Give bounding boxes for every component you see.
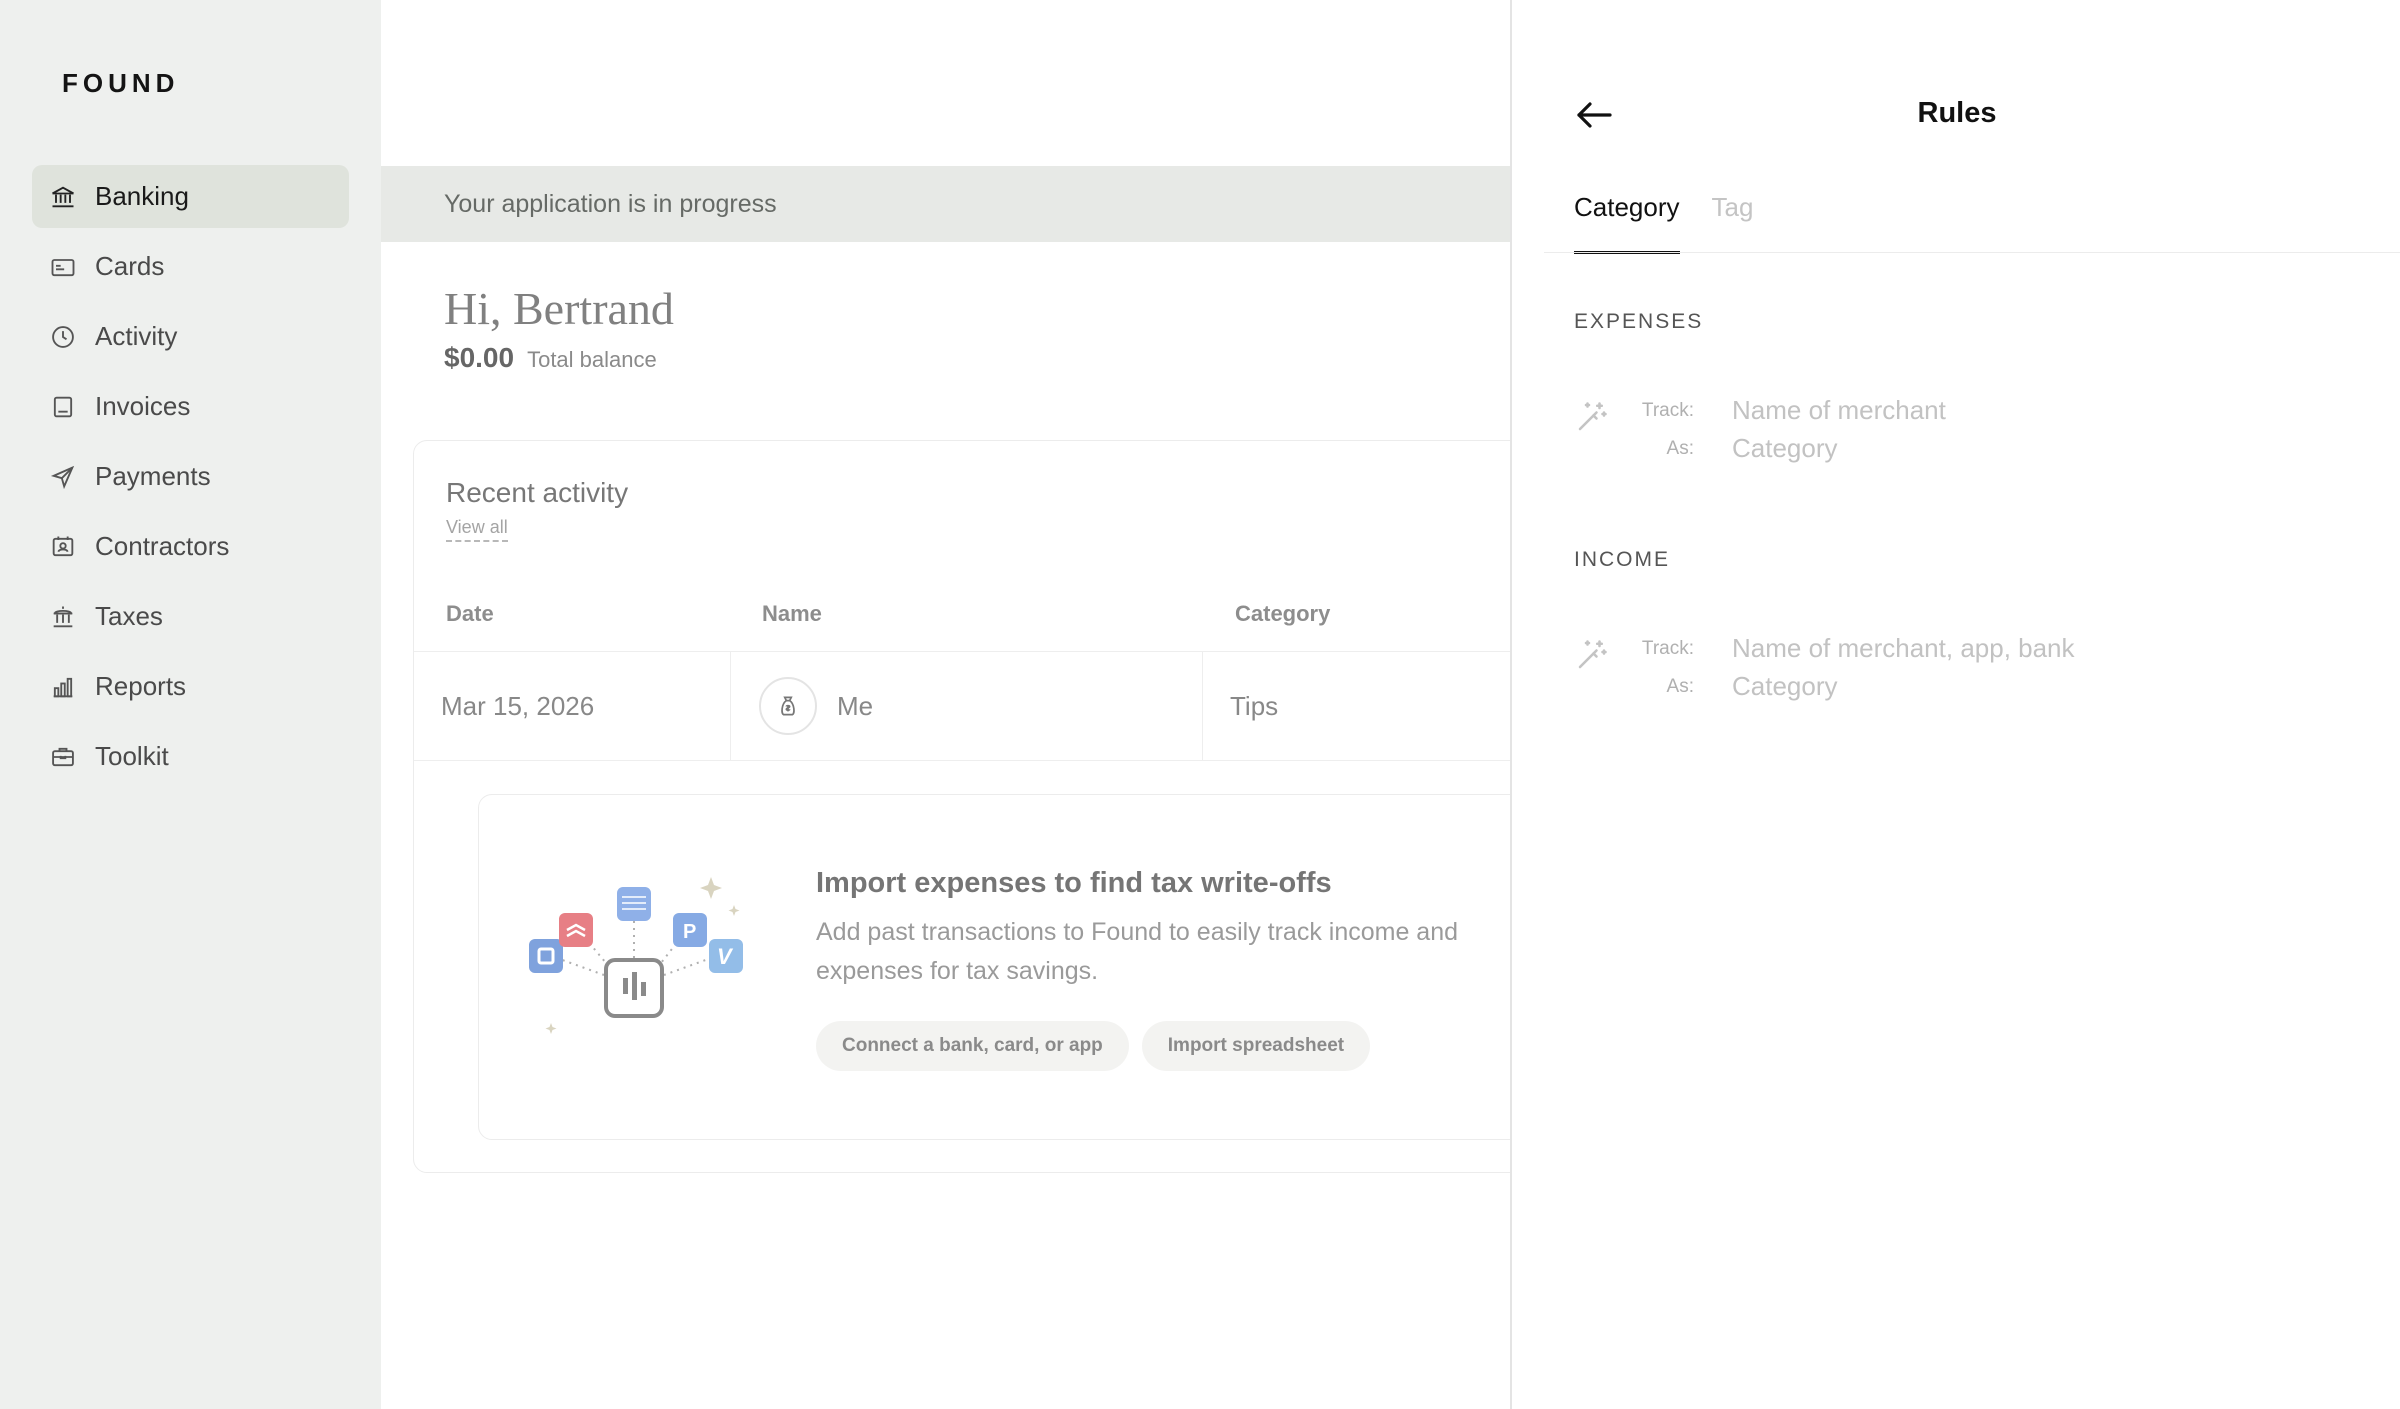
as-category-field[interactable]: Category (1732, 433, 1838, 464)
cell-divider (1202, 652, 1203, 760)
sidebar-nav: Banking Cards Activity Invoices Payments (32, 165, 349, 795)
briefcase-icon (48, 742, 78, 772)
money-bag-icon (781, 696, 795, 716)
svg-text:P: P (683, 921, 696, 943)
drawer-title: Rules (1917, 97, 1997, 129)
sidebar-item-reports[interactable]: Reports (32, 655, 349, 718)
main-content: Your application is in progress Hi, Bert… (381, 0, 1510, 1409)
greeting-heading: Hi, Bertrand (444, 283, 674, 334)
sidebar-item-label: Reports (95, 671, 187, 701)
as-label: As: (1666, 676, 1694, 697)
rules-tabs: Category Tag (1574, 192, 1785, 254)
track-merchant-field[interactable]: Name of merchant, app, bank (1732, 633, 2075, 664)
row-date: Mar 15, 2026 (441, 690, 595, 721)
import-expenses-card: P V Import expenses to find tax write-of… (478, 794, 1510, 1140)
row-name-cell: Me (759, 652, 873, 760)
invoice-icon (48, 392, 78, 422)
connect-bank-button[interactable]: Connect a bank, card, or app (816, 1021, 1129, 1071)
column-header-date[interactable]: Date (446, 601, 494, 627)
income-section-label: INCOME (1574, 548, 1670, 571)
cell-divider (730, 652, 731, 760)
banner-text: Your application is in progress (444, 189, 777, 218)
expenses-rule[interactable]: Track: Name of merchant As: Category (1574, 385, 2354, 465)
magic-wand-icon (1578, 402, 1607, 431)
sidebar-item-taxes[interactable]: Taxes (32, 585, 349, 648)
row-category: Tips (1230, 690, 1279, 721)
sidebar-item-contractors[interactable]: Contractors (32, 515, 349, 578)
import-description: Add past transactions to Found to easily… (816, 918, 1459, 985)
balance-amount: $0.00 (444, 342, 515, 373)
recent-activity-title: Recent activity (446, 477, 629, 508)
sidebar-item-invoices[interactable]: Invoices (32, 375, 349, 438)
bank-connections-illustration: P V (529, 877, 743, 1034)
view-all-link[interactable]: View all (446, 517, 508, 542)
bank-icon (48, 182, 78, 212)
bar-chart-icon (48, 672, 78, 702)
track-label: Track: (1641, 400, 1694, 421)
tab-tag[interactable]: Tag (1712, 192, 1754, 254)
contractor-icon (48, 532, 78, 562)
import-actions: Connect a bank, card, or app Import spre… (816, 1021, 1383, 1071)
sidebar-item-label: Taxes (95, 601, 163, 631)
column-header-category[interactable]: Category (1235, 601, 1330, 627)
sidebar-item-toolkit[interactable]: Toolkit (32, 725, 349, 788)
import-spreadsheet-button[interactable]: Import spreadsheet (1141, 1021, 1371, 1071)
track-label: Track: (1641, 638, 1694, 659)
sidebar-item-activity[interactable]: Activity (32, 305, 349, 368)
send-icon (48, 462, 78, 492)
sidebar: FOUND Banking Cards Activity Invoices Pa… (0, 0, 381, 1409)
as-label: As: (1666, 438, 1694, 459)
column-header-name[interactable]: Name (762, 601, 822, 627)
sidebar-item-cards[interactable]: Cards (32, 235, 349, 298)
sidebar-item-label: Contractors (95, 531, 230, 561)
rules-drawer: Rules Category Tag EXPENSES Track: Name … (1510, 0, 2400, 1409)
magic-wand-icon (1578, 640, 1607, 669)
tab-category[interactable]: Category (1574, 192, 1680, 254)
svg-text:V: V (717, 944, 734, 969)
tabs-divider (1544, 252, 2400, 253)
track-merchant-field[interactable]: Name of merchant (1732, 395, 1946, 426)
sidebar-item-banking[interactable]: Banking (32, 165, 349, 228)
income-rule[interactable]: Track: Name of merchant, app, bank As: C… (1574, 623, 2354, 703)
government-icon (48, 602, 78, 632)
sidebar-item-label: Invoices (95, 391, 191, 421)
table-row[interactable]: Mar 15, 2026 Me Tips (414, 651, 1510, 761)
sidebar-item-label: Activity (95, 321, 178, 351)
balance-label: Total balance (527, 347, 657, 372)
row-name: Me (837, 690, 874, 721)
sidebar-item-label: Cards (95, 251, 165, 281)
total-balance: $0.00 Total balance (444, 342, 657, 374)
card-icon (48, 252, 78, 282)
recent-activity-card: Recent activity View all Date Name Categ… (413, 440, 1510, 1173)
avatar (759, 677, 817, 735)
sidebar-item-label: Banking (95, 181, 189, 211)
sidebar-item-label: Toolkit (95, 741, 169, 771)
expenses-section-label: EXPENSES (1574, 310, 1704, 333)
sidebar-item-payments[interactable]: Payments (32, 445, 349, 508)
as-category-field[interactable]: Category (1732, 671, 1838, 702)
sidebar-item-label: Payments (95, 461, 211, 491)
clock-icon (48, 322, 78, 352)
found-logo[interactable]: FOUND (62, 68, 179, 99)
import-title: Import expenses to find tax write-offs (816, 867, 1332, 899)
application-status-banner[interactable]: Your application is in progress (381, 166, 1510, 242)
